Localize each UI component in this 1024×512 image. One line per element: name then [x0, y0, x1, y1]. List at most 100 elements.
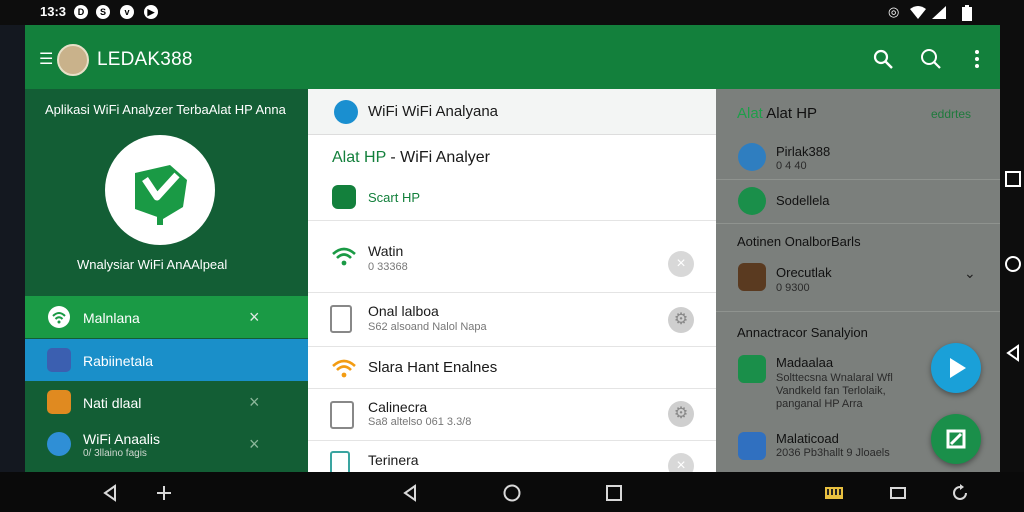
left-panel: Aplikasi WiFi Analyzer TerbaAlat HP Anna…: [25, 89, 308, 472]
s-icon: S: [96, 5, 110, 19]
folder-icon: [47, 390, 71, 414]
left-item-label: Malnlana: [83, 310, 140, 326]
row-label: Watin: [368, 243, 404, 259]
divider: [716, 179, 1000, 180]
left-item-rabiinetala[interactable]: Rabiinetala: [25, 339, 308, 381]
logo-caption: Wnalysiar WiFi AnAAlpeal: [77, 257, 228, 272]
settings-icon[interactable]: ⚙: [668, 401, 694, 427]
left-item-label: Rabiinetala: [83, 353, 154, 369]
close-icon[interactable]: ×: [249, 307, 260, 328]
left-item-malnlana[interactable]: Malnlana ×: [25, 296, 308, 338]
wifi-icon: [332, 247, 356, 266]
start-label: Scart HP: [368, 190, 421, 205]
refresh-icon[interactable]: [950, 483, 970, 503]
app-logo: [105, 135, 215, 245]
middle-panel: WiFi WiFi Analyana Alat HP - WiFi Analye…: [308, 89, 716, 479]
right-section-title: Annactracor Sanalyion: [737, 325, 868, 340]
right-item-label: Malaticoad: [776, 431, 839, 446]
play-fab[interactable]: [931, 343, 981, 393]
search-icon[interactable]: [919, 47, 943, 71]
home-icon[interactable]: [502, 483, 522, 503]
shield-logo-icon: [135, 165, 187, 225]
middle-row-slara-hant-enalnes[interactable]: Slara Hant Enalnes: [308, 346, 716, 388]
d-icon: D: [74, 5, 88, 19]
middle-row-calinecra[interactable]: Calinecra Sa8 altelso 061 3.3/8 ⚙: [308, 388, 716, 440]
back-icon[interactable]: [400, 483, 420, 503]
left-item-sub: 0/ 3llaino fagis: [83, 448, 147, 459]
right-item-sub: Solttecsna Wnalaral Wfl Vandkeld fan Ter…: [776, 372, 893, 410]
eye-icon: [738, 187, 766, 215]
device-icon: [47, 348, 71, 372]
right-item-sub: 0 9300: [776, 282, 810, 294]
wifi-icon: [910, 6, 926, 19]
avatar[interactable]: [57, 44, 89, 76]
play-icon: [950, 358, 966, 378]
right-item-label: Orecutlak: [776, 265, 832, 280]
device-icon: [330, 401, 354, 429]
left-item-nati-dlaal[interactable]: Nati dlaal ×: [25, 381, 308, 423]
divider: [716, 223, 1000, 224]
menu-icon[interactable]: ☰: [39, 49, 53, 69]
divider: [716, 311, 1000, 312]
chart-icon: [738, 432, 766, 460]
status-bar: 13:3 D S v ▶ ◎: [0, 0, 1024, 25]
middle-row-onal-lalboa[interactable]: Onal lalboa S62 alsoand Nalol Napa ⚙: [308, 292, 716, 346]
right-item-orecutlak[interactable]: Orecutlak 0 9300 ⌄: [716, 261, 1000, 301]
close-icon[interactable]: ×: [668, 251, 694, 277]
close-icon[interactable]: ×: [249, 392, 260, 413]
right-item-label: Madaalaa: [776, 355, 834, 370]
right-item-sodellela[interactable]: Sodellela: [716, 185, 1000, 221]
left-item-label: Nati dlaal: [83, 395, 142, 411]
right-item-pirlak388[interactable]: Pirlak388 0 4 40: [716, 139, 1000, 181]
home-icon[interactable]: [1004, 255, 1022, 273]
left-item-label: WiFi Anaalis: [83, 431, 161, 447]
right-heading-link[interactable]: eddrtes: [931, 107, 971, 121]
close-icon[interactable]: ×: [249, 434, 260, 455]
right-item-sub: 2036 Pb3hallt 9 Jloaels: [776, 447, 890, 459]
wifi-analyzer-icon: [334, 100, 358, 124]
middle-subtitle: Alat HP - WiFi Analyer: [332, 149, 490, 167]
row-sub: Sa8 altelso 061 3.3/8: [368, 416, 472, 428]
recents-icon[interactable]: [604, 483, 624, 503]
middle-row-terinera[interactable]: Terinera ×: [308, 440, 716, 479]
game-icon: [738, 263, 766, 291]
middle-row-watin[interactable]: Watin 0 33368 ×: [308, 220, 716, 292]
right-heading: Alat Alat HP: [737, 105, 817, 122]
wifi-orange-icon: [332, 359, 356, 378]
play-icon: ▶: [144, 5, 158, 19]
row-label: Slara Hant Enalnes: [368, 359, 498, 376]
user-icon: [738, 143, 766, 171]
right-section-title: Aotinen OnalborBarls: [737, 234, 861, 249]
leaf-icon: [738, 355, 766, 383]
keyboard-icon[interactable]: [824, 483, 844, 503]
v-icon: v: [120, 5, 134, 19]
background-edge: [0, 25, 25, 472]
chevron-down-icon[interactable]: ⌄: [964, 265, 976, 282]
gps-icon: ◎: [888, 4, 900, 19]
middle-tab-title: WiFi WiFi Analyana: [368, 103, 499, 120]
middle-tab-bar[interactable]: WiFi WiFi Analyana: [308, 89, 716, 135]
wifi-icon: [48, 306, 70, 328]
left-heading: Aplikasi WiFi Analyzer TerbaAlat HP Anna: [45, 102, 286, 117]
globe-icon: [47, 432, 71, 456]
signal-icon: [932, 6, 946, 19]
back-icon[interactable]: [1004, 344, 1022, 362]
rotate-icon[interactable]: [888, 483, 908, 503]
device-screen: 13:3 D S v ▶ ◎ ☰ LEDAK388 Aplikasi WiFi …: [0, 0, 1024, 512]
subtitle-green: Alat HP: [332, 149, 386, 166]
system-side-strip: [1000, 0, 1024, 512]
subtitle-rest: - WiFi Analyer: [385, 149, 490, 166]
cast-icon: [946, 429, 966, 449]
navigation-bar: [0, 472, 1024, 512]
back-icon[interactable]: [100, 483, 120, 503]
app-bar: ☰ LEDAK388: [25, 25, 1000, 89]
search-icon[interactable]: [871, 47, 895, 71]
settings-icon[interactable]: ⚙: [668, 307, 694, 333]
left-item-wifi-anaalis[interactable]: WiFi Anaalis 0/ 3llaino fagis ×: [25, 423, 308, 465]
split-icon[interactable]: [154, 483, 174, 503]
recents-icon[interactable]: [1004, 170, 1022, 188]
row-label: Calinecra: [368, 399, 428, 415]
more-vert-icon[interactable]: [965, 47, 989, 71]
action-fab[interactable]: [931, 414, 981, 464]
row-sub: 0 33368: [368, 261, 408, 273]
